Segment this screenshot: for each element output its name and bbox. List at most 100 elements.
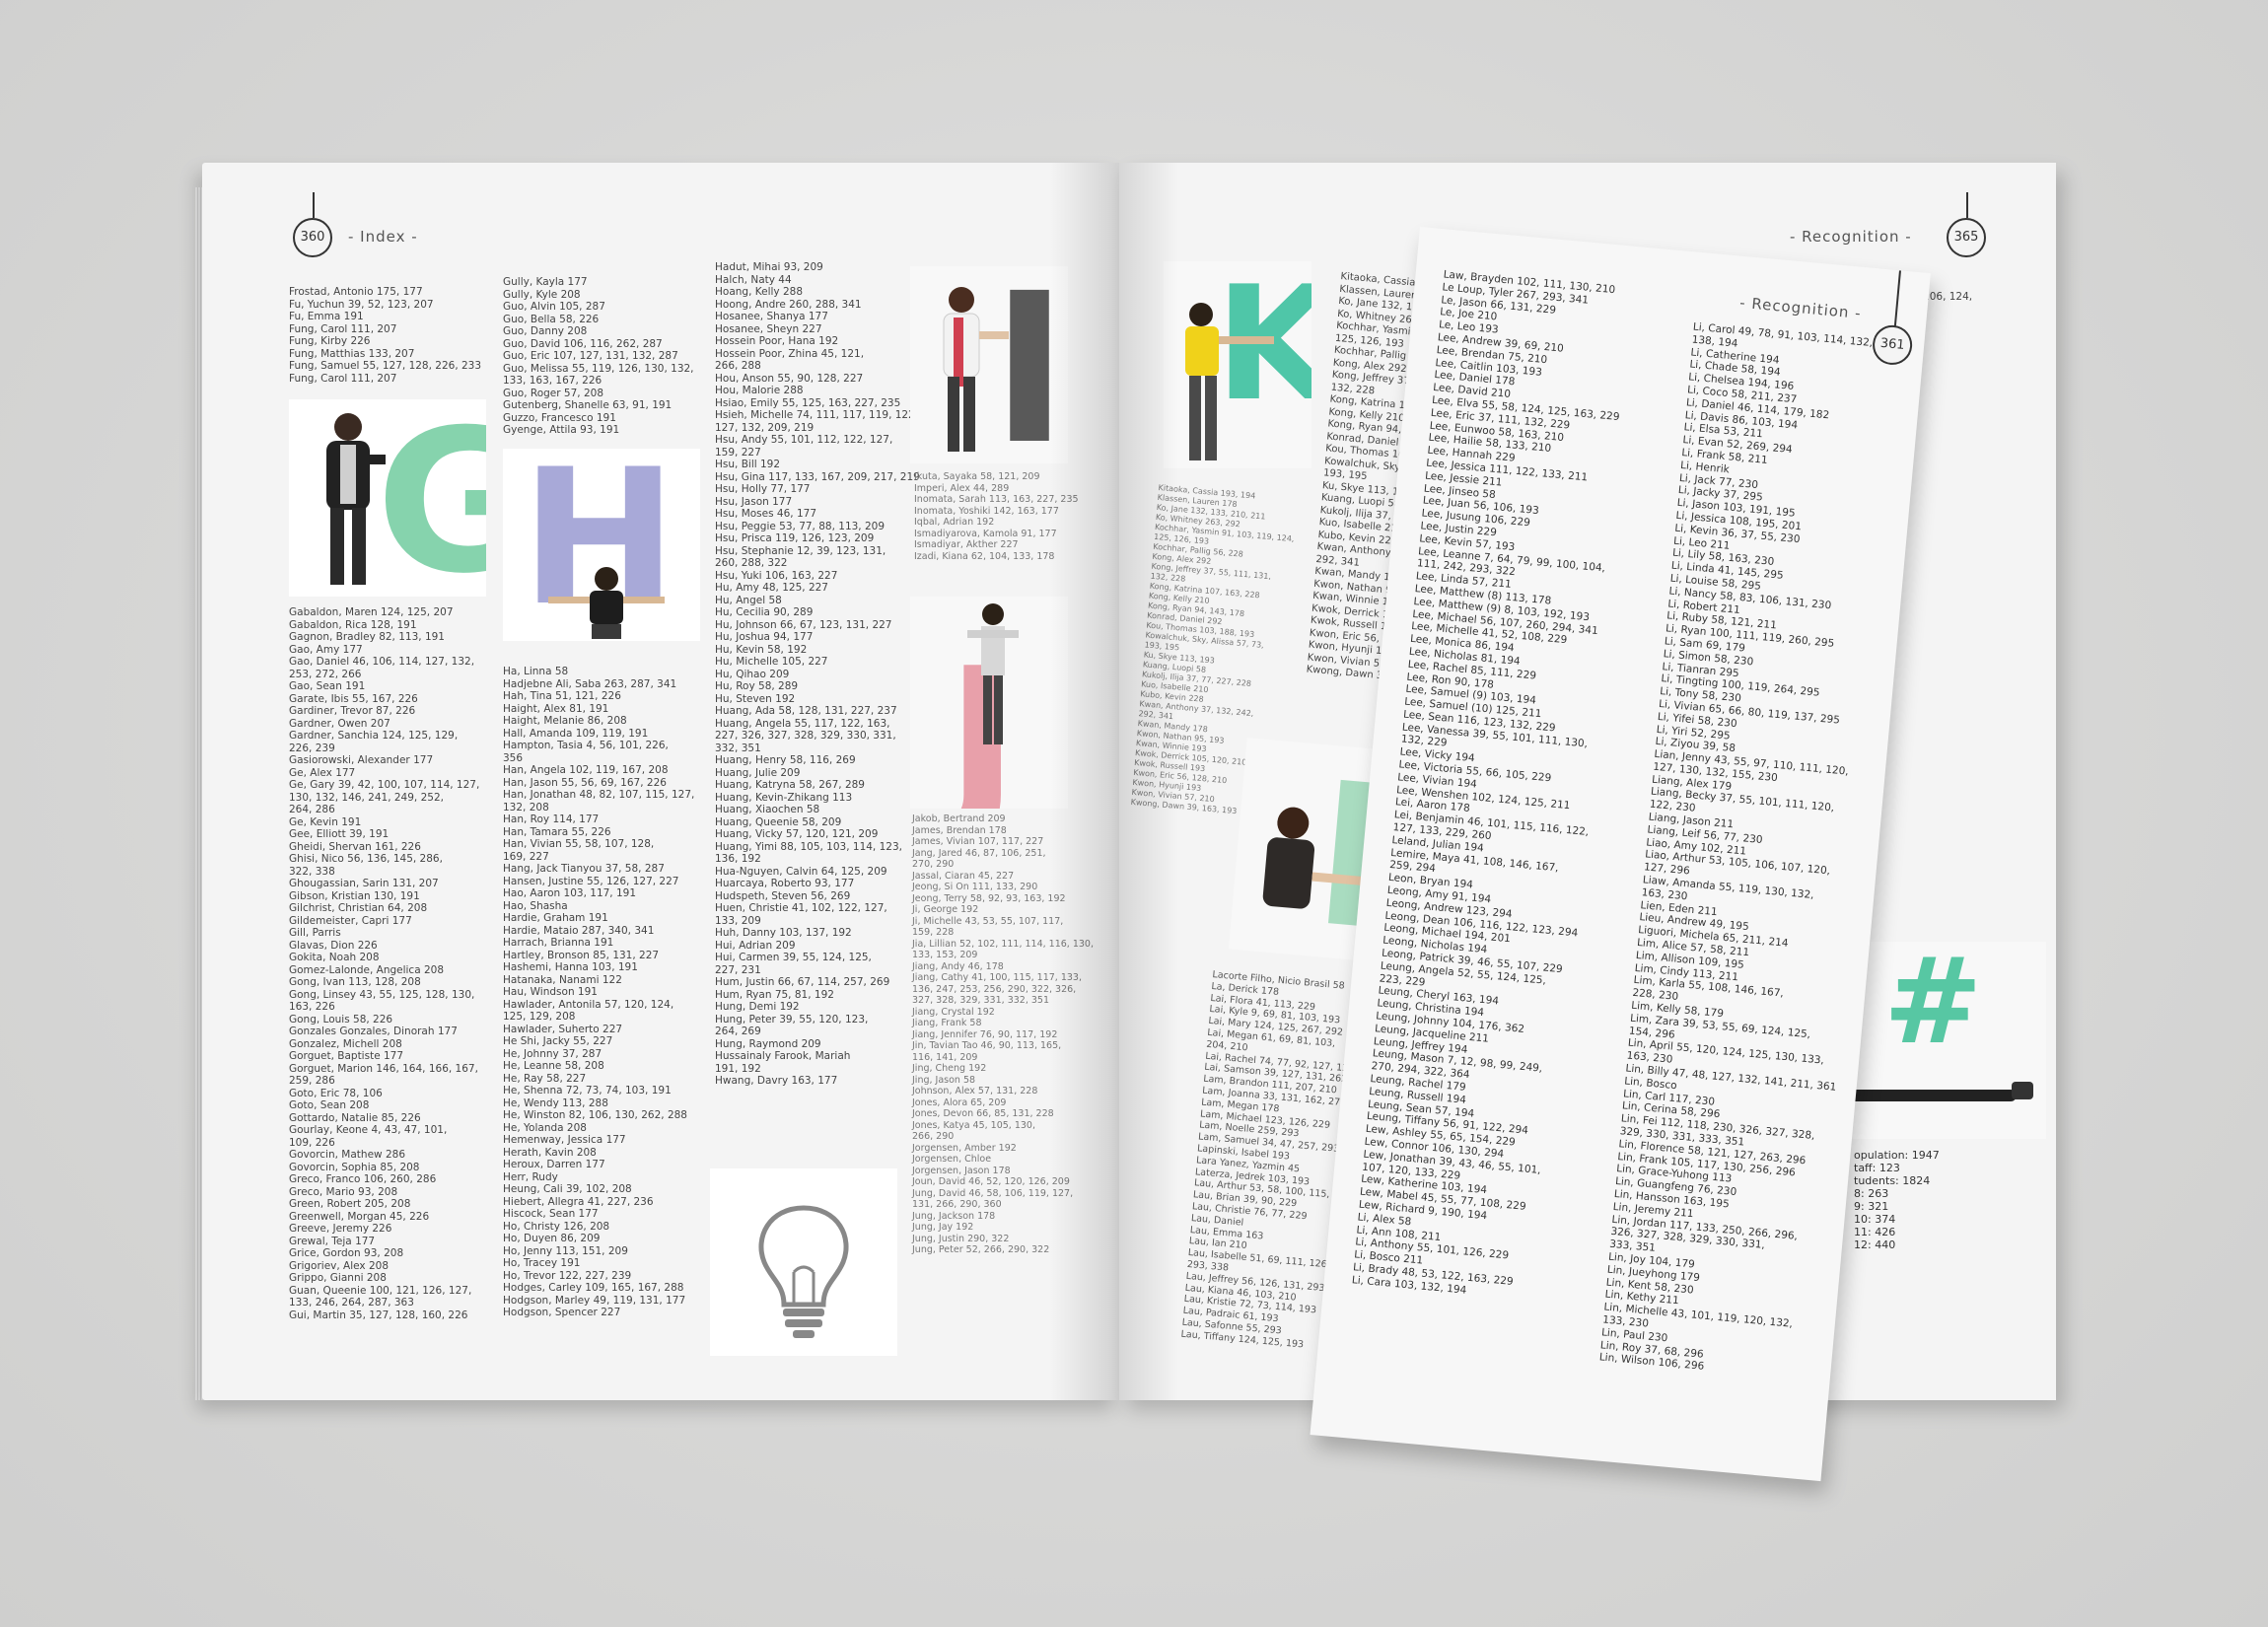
student-figure [943,287,1009,452]
bulb-cord [313,192,315,218]
index-column-gu: Gully, Kayla 177 Gully, Kyle 208 Guo, Alvi… [503,276,694,437]
index-entry: Hwang, Davry 163, 177 [715,1075,838,1087]
left-page: 360 - Index - Frostad, Antonio 175, 177 F… [202,163,1119,1400]
index-entry: 227, 231 [715,963,761,976]
student-figure [326,413,386,585]
index-entry: 11: 426 [1854,1226,1896,1238]
index-entry: Gardner, Owen 207 [289,717,390,730]
index-entry: Hu, Roy 58, 289 [715,680,799,692]
index-entry: Hung, Peter 39, 55, 120, 123, [715,1013,869,1026]
index-entry: Ge, Gary 39, 42, 100, 107, 114, 127, [289,779,480,791]
student-figure [1849,1082,2033,1101]
index-entry: Gong, Louis 58, 226 [289,1013,393,1026]
index-entry: Hussainaly Farook, Mariah [715,1050,851,1062]
index-entry: Hu, Joshua 94, 177 [715,631,814,643]
index-entry: He, Leanne 58, 208 [503,1060,604,1072]
index-entry: Gonzales Gonzales, Dinorah 177 [289,1026,458,1037]
index-entry: Hoong, Andre 260, 288, 341 [715,298,862,311]
index-entry: Jung, David 46, 58, 106, 119, 127, [912,1187,1074,1199]
index-entry: Jang, Jared 46, 87, 106, 251, [912,847,1046,859]
bulb-cord [1966,192,1968,218]
index-entry: Hu, Steven 192 [715,692,796,705]
index-entry: Gheidi, Shervan 161, 226 [289,840,421,853]
index-entry: Guo, David 106, 116, 262, 287 [503,337,663,350]
index-entry: Ho, Tracey 191 [503,1257,581,1269]
index-column-i: Ikuta, Sayaka 58, 121, 209 Imperi, Alex 4… [914,471,1079,562]
index-entry: Hartley, Bronson 85, 131, 227 [503,949,660,961]
index-entry: Guzzo, Francesco 191 [503,411,616,424]
index-entry: Guo, Roger 57, 208 [503,387,603,399]
index-entry: 260, 288, 322 [715,557,788,569]
page-number: 360 [293,218,332,257]
index-entry: Gonzalez, Michell 208 [289,1037,402,1050]
index-entry: Hosanee, Shanya 177 [715,311,828,322]
index-entry: 159, 227 [715,446,761,459]
index-entry: Hsu, Bill 192 [715,459,781,470]
index-entry: Hawlader, Suherto 227 [503,1023,623,1035]
index-entry: 253, 272, 266 [289,668,362,680]
index-entry: Hung, Raymond 209 [715,1037,821,1050]
index-entry: Jiang, Crystal 192 [912,1006,995,1018]
index-entry: Hsu, Yuki 106, 163, 227 [715,569,838,582]
index-entry: Hang, Jack Tianyou 37, 58, 287 [503,863,665,875]
index-entry: Huang, Ada 58, 128, 131, 227, 237 [715,705,897,717]
index-entry: He, Ray 58, 227 [503,1072,587,1085]
index-entry: Hodges, Carley 109, 165, 167, 288 [503,1282,684,1294]
index-entry: Jiang, Cathy 41, 100, 115, 117, 133, [912,972,1082,983]
index-entry: Gully, Kyle 208 [503,288,581,301]
index-entry: Gong, Linsey 43, 55, 125, 128, 130, [289,988,475,1001]
index-entry: Ho, Jenny 113, 151, 209 [503,1244,628,1257]
index-entry: Hung, Demi 192 [715,1001,800,1013]
index-entry: Gorguet, Baptiste 177 [289,1050,404,1062]
student-figure [548,567,665,639]
index-entry: Johnson, Alex 57, 131, 228 [912,1086,1038,1096]
index-entry: Heung, Cali 39, 102, 208 [503,1183,632,1195]
index-entry: Huang, Queenie 58, 209 [715,815,842,828]
index-entry: Han, Vivian 55, 58, 107, 128, [503,838,655,850]
index-entry: 125, 129, 208 [503,1011,576,1023]
index-entry: Gutenberg, Shanelle 63, 91, 191 [503,399,673,411]
index-entry: Ge, Kevin 191 [289,815,362,828]
index-entry: Gabaldon, Maren 124, 125, 207 [289,606,454,618]
index-entry: Green, Robert 205, 208 [289,1198,411,1210]
index-entry: Hossein Poor, Zhina 45, 121, [715,347,865,360]
index-entry: Gao, Daniel 46, 106, 114, 127, 132, [289,656,475,668]
student-figure [1185,303,1274,460]
index-entry: Hemenway, Jessica 177 [503,1134,626,1146]
index-entry: Hadut, Mihai 93, 209 [715,261,823,273]
school-stats: opulation: 1947 taff: 123 tudents: 1824 8: … [1854,1149,1940,1251]
index-entry: 8: 263 [1854,1187,1889,1200]
index-entry: Haight, Alex 81, 191 [503,702,609,715]
index-entry: Hall, Amanda 109, 119, 191 [503,727,649,740]
index-entry: 270, 290 [912,859,955,870]
index-entry: Fung, Carol 111, 207 [289,372,397,385]
index-entry: Greco, Mario 93, 208 [289,1185,398,1198]
photo-letter-h: H [503,449,700,641]
index-entry: 322, 338 [289,865,335,878]
index-entry: Jung, Jackson 178 [912,1210,996,1222]
index-entry: Jung, Jay 192 [912,1222,974,1233]
index-entry: Jing, Cheng 192 [912,1063,987,1074]
index-entry: 163, 226 [289,1001,335,1013]
index-entry: Hui, Adrian 209 [715,939,796,952]
index-entry: 266, 290 [912,1131,955,1142]
index-entry: Gasiorowski, Alexander 177 [289,754,434,766]
index-entry: Jones, Alora 65, 209 [912,1096,1007,1108]
index-entry: Hsu, Prisca 119, 126, 123, 209 [715,532,875,544]
index-entry: Ismadiyar, Akther 227 [914,539,1019,550]
index-entry: Jin, Tavian Tao 46, 90, 113, 165, [912,1040,1062,1051]
index-entry: Jung, Peter 52, 266, 290, 322 [912,1244,1050,1255]
index-entry: Jiang, Frank 58 [912,1018,982,1028]
index-entry: Hashemi, Hanna 103, 191 [503,961,638,973]
sheet-header: - Recognition - [1738,293,1863,322]
photo-letter-i: I [910,266,1068,463]
index-entry: Gibson, Kristian 130, 191 [289,889,420,902]
index-entry: Ho, Trevor 122, 227, 239 [503,1269,632,1282]
index-entry: Gardiner, Trevor 87, 226 [289,705,416,717]
index-entry: Hsu, Moses 46, 177 [715,508,816,520]
index-entry: Hsu, Jason 177 [715,495,793,508]
index-entry: 159, 228 [912,927,955,938]
index-entry: Hau, Windson 191 [503,986,598,998]
index-entry: Jeong, Terry 58, 92, 93, 163, 192 [912,892,1066,904]
index-entry: 136, 192 [715,853,761,865]
